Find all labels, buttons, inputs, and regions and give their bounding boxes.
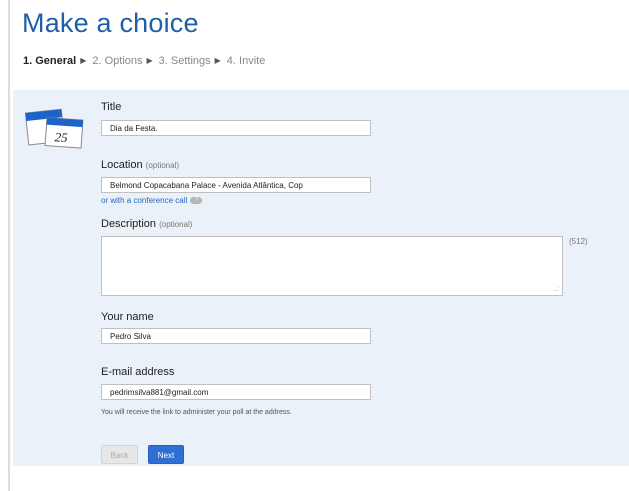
location-label-text: Location	[101, 159, 143, 171]
back-button[interactable]: Back	[101, 445, 138, 464]
description-counter: (512)	[569, 237, 588, 246]
title-input[interactable]: Dia da Festa.	[101, 120, 371, 136]
your-name-label: Your name	[101, 311, 154, 323]
next-button[interactable]: Next	[148, 445, 184, 464]
caret-right-icon: ▶	[214, 56, 221, 65]
email-input[interactable]: pedrimsilva881@gmail.com	[101, 384, 371, 400]
caret-right-icon: ▶	[80, 56, 87, 65]
conference-call-text[interactable]: or with a conference call	[101, 196, 187, 205]
calendar-day-front: 25	[54, 129, 69, 145]
location-label: Location (optional)	[101, 159, 179, 171]
description-label: Description (optional)	[101, 218, 192, 230]
step-options: 2. Options	[92, 55, 143, 67]
title-label: Title	[101, 101, 122, 113]
page-title: Make a choice	[22, 8, 199, 38]
step-breadcrumb: 1. General ▶ 2. Options ▶ 3. Settings ▶ 4. Inv…	[23, 55, 265, 67]
email-note: You will receive the link to administer …	[101, 409, 292, 416]
step-general: 1. General	[23, 55, 77, 67]
step-settings: 3. Settings	[158, 55, 211, 67]
location-input[interactable]: Belmond Copacabana Palace - Avenida Atlâ…	[101, 177, 371, 193]
left-divider	[8, 0, 10, 491]
question-icon[interactable]: ?	[190, 197, 203, 205]
description-label-text: Description	[101, 218, 157, 230]
description-textarea[interactable]: ..:	[101, 236, 563, 296]
your-name-input[interactable]: Pedro Silva	[101, 328, 371, 344]
description-optional: (optional)	[159, 220, 193, 229]
calendar-icon: 1 25	[24, 108, 84, 149]
caret-right-icon: ▶	[146, 56, 153, 65]
location-optional: (optional)	[145, 161, 180, 170]
step-invite: 4. Invite	[226, 55, 266, 67]
email-label: E-mail address	[101, 366, 175, 378]
conference-call-link[interactable]: or with a conference call?	[101, 196, 203, 205]
resize-grip-icon[interactable]: ..:	[553, 286, 559, 293]
